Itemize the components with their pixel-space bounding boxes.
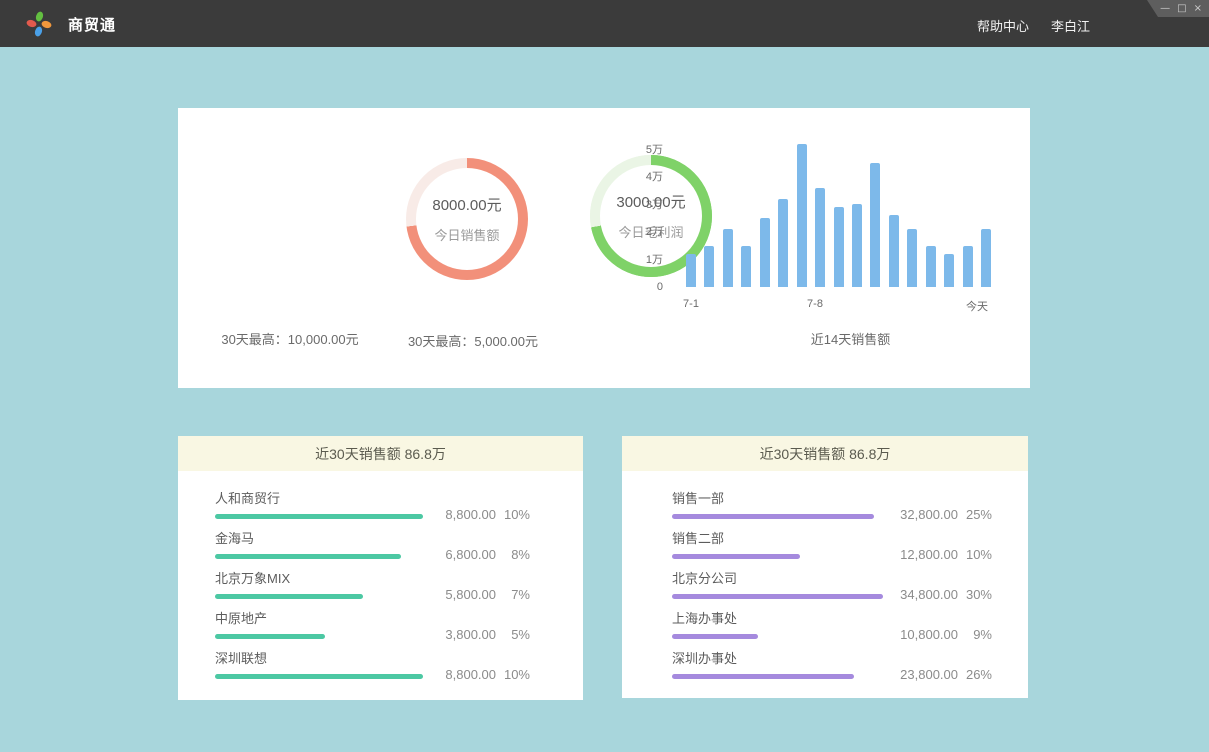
sales-row-bar [215, 514, 423, 519]
sales-row-value: 5,800.00 [428, 587, 496, 602]
bar [760, 218, 770, 287]
sales-row-value: 3,800.00 [428, 627, 496, 642]
app-window: 商贸通 帮助中心 李白江 — □ × 8000.00元 今日销售额 30天最高：… [0, 0, 1209, 752]
bar [778, 199, 788, 287]
sales-row-value: 6,800.00 [428, 547, 496, 562]
sales-row: 上海办事处 10,800.00 9% [672, 608, 992, 648]
sales-row-bar [672, 634, 758, 639]
sales-row-name: 上海办事处 [672, 608, 992, 627]
sales-row: 人和商贸行 8,800.00 10% [215, 488, 530, 528]
sales-row: 北京分公司 34,800.00 30% [672, 568, 992, 608]
bar [870, 163, 880, 287]
bar [704, 246, 714, 287]
sales-row-bar [215, 594, 363, 599]
customer-panel-title: 近30天销售额 86.8万 [178, 436, 583, 471]
bar-chart-y-tick: 2万 [618, 225, 663, 239]
sales-row-percent: 10% [496, 667, 530, 682]
department-panel-rows: 销售一部 32,800.00 25% 销售二部 12,800.00 10% 北京… [622, 471, 1028, 688]
sales-row-value: 12,800.00 [890, 547, 958, 562]
help-center-link[interactable]: 帮助中心 [977, 16, 1029, 35]
bar [981, 229, 991, 287]
sales-row-name: 北京万象MIX [215, 568, 530, 587]
app-logo-pinwheel-icon [26, 11, 52, 37]
sales-row: 北京万象MIX 5,800.00 7% [215, 568, 530, 608]
sales-row-name: 销售二部 [672, 528, 992, 547]
bar-chart-y-tick: 3万 [618, 198, 663, 212]
bar-chart-x-tick-middle: 7-8 [785, 298, 845, 310]
today-sales-label: 今日销售额 [434, 225, 499, 244]
today-sales-donut: 8000.00元 今日销售额 [406, 158, 528, 280]
sales-row-bar [672, 514, 874, 519]
sales-row-percent: 7% [496, 587, 530, 602]
sales-row-value: 8,800.00 [428, 507, 496, 522]
minimize-icon[interactable]: — [1160, 4, 1170, 14]
sales-row-percent: 10% [496, 507, 530, 522]
bar-chart-bars [686, 140, 991, 287]
sales-row-bar [672, 554, 800, 559]
bar [963, 246, 973, 287]
today-profit-30day-max: 30天最高：5,000.00元 [353, 331, 593, 350]
bar [741, 246, 751, 287]
customer-sales-panel: 近30天销售额 86.8万 人和商贸行 8,800.00 10% 金海马 6,8… [178, 436, 583, 700]
sales-row-percent: 25% [958, 507, 992, 522]
sales-row-percent: 9% [958, 627, 992, 642]
sales-row-bar [215, 634, 325, 639]
window-controls: — □ × [1147, 0, 1209, 17]
bar [926, 246, 936, 287]
bar [944, 254, 954, 287]
sales-row-name: 深圳办事处 [672, 648, 992, 667]
sales-row-value: 23,800.00 [890, 667, 958, 682]
sales-row-bar [672, 674, 854, 679]
sales-row-value: 34,800.00 [890, 587, 958, 602]
sales-row-percent: 10% [958, 547, 992, 562]
sales-row-name: 北京分公司 [672, 568, 992, 587]
titlebar: 商贸通 帮助中心 李白江 — □ × [0, 0, 1209, 47]
maximize-icon[interactable]: □ [1177, 4, 1186, 14]
sales-row-percent: 26% [958, 667, 992, 682]
bar [815, 188, 825, 287]
sales-row-bar [672, 594, 883, 599]
sales-row-name: 人和商贸行 [215, 488, 530, 507]
bar [686, 254, 696, 287]
sales-row-bar [215, 554, 401, 559]
sales-row-value: 32,800.00 [890, 507, 958, 522]
close-icon[interactable]: × [1194, 4, 1202, 14]
sales-row-value: 8,800.00 [428, 667, 496, 682]
app-title: 商贸通 [68, 14, 116, 35]
sales-row: 深圳联想 8,800.00 10% [215, 648, 530, 688]
sales-row: 销售一部 32,800.00 25% [672, 488, 992, 528]
user-menu[interactable]: 李白江 [1051, 16, 1090, 35]
department-sales-panel: 近30天销售额 86.8万 销售一部 32,800.00 25% 销售二部 12… [622, 436, 1028, 698]
sales-row-name: 中原地产 [215, 608, 530, 627]
sales-row-name: 销售一部 [672, 488, 992, 507]
bar [907, 229, 917, 287]
today-summary-card: 8000.00元 今日销售额 30天最高：10,000.00元 3000.00元… [178, 108, 1030, 388]
sales-row: 销售二部 12,800.00 10% [672, 528, 992, 568]
bar-chart-y-tick: 4万 [618, 170, 663, 184]
bar-chart-x-tick-last: 今天 [947, 298, 1007, 314]
today-sales-value: 8000.00元 [432, 194, 501, 215]
sales-row: 中原地产 3,800.00 5% [215, 608, 530, 648]
bar [834, 207, 844, 287]
bar-chart-x-tick-first: 7-1 [661, 298, 721, 310]
sales-row-bar [215, 674, 423, 679]
bar [852, 204, 862, 287]
sales-row-name: 深圳联想 [215, 648, 530, 667]
sales-row-percent: 30% [958, 587, 992, 602]
sales-row: 金海马 6,800.00 8% [215, 528, 530, 568]
sales-row-percent: 5% [496, 627, 530, 642]
department-panel-title: 近30天销售额 86.8万 [622, 436, 1028, 471]
bar-chart-y-tick: 0 [618, 280, 663, 294]
bar [723, 229, 733, 287]
sales-row: 深圳办事处 23,800.00 26% [672, 648, 992, 688]
sales-row-name: 金海马 [215, 528, 530, 547]
bar-chart-y-tick: 5万 [618, 143, 663, 157]
sales-row-percent: 8% [496, 547, 530, 562]
bar-chart-title: 近14天销售额 [698, 329, 1003, 348]
bar [889, 215, 899, 287]
bar [797, 144, 807, 287]
sales-row-value: 10,800.00 [890, 627, 958, 642]
customer-panel-rows: 人和商贸行 8,800.00 10% 金海马 6,800.00 8% 北京万象M… [178, 471, 583, 688]
bar-chart-y-tick: 1万 [618, 253, 663, 267]
